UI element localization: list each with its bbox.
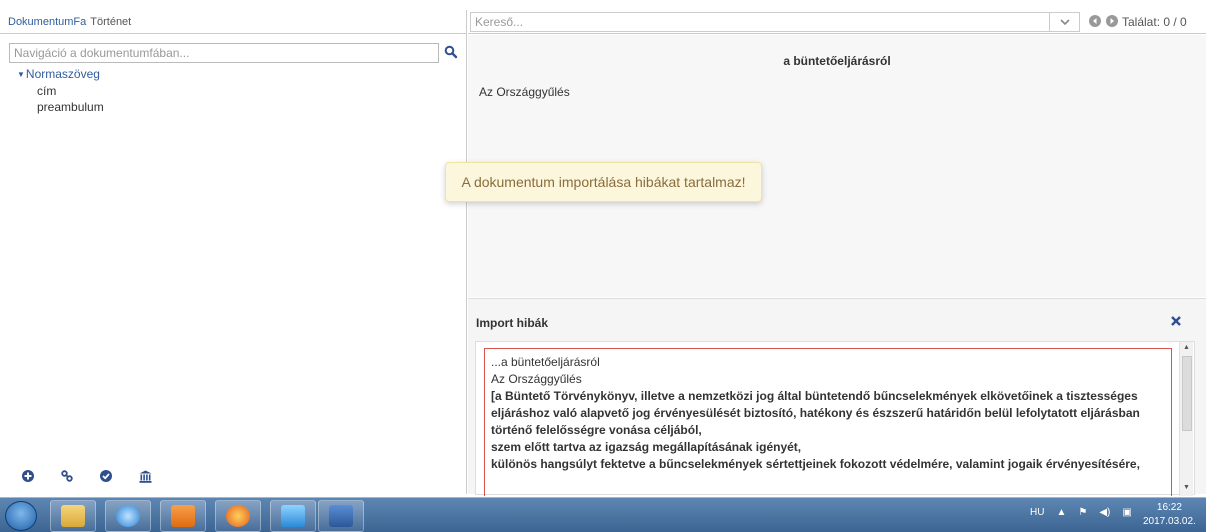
left-tab-bar: DokumentumFa Történet bbox=[0, 10, 466, 34]
media-player-icon bbox=[171, 505, 195, 527]
search-icon[interactable] bbox=[444, 45, 458, 59]
system-tray: HU ▲ ⚑ ◀) ▣ bbox=[1030, 507, 1132, 518]
error-line: eljáráshoz való alapvető jog érvényesülé… bbox=[491, 406, 1140, 420]
clock-time: 16:22 bbox=[1156, 502, 1182, 513]
document-text: Az Országgyűlés bbox=[479, 85, 570, 99]
plus-circle-icon[interactable] bbox=[20, 468, 36, 484]
scrollbar-thumb[interactable] bbox=[1182, 356, 1192, 431]
file-explorer-button[interactable] bbox=[50, 500, 96, 532]
network-icon[interactable]: ▣ bbox=[1122, 507, 1131, 518]
tree-node-title[interactable]: cím bbox=[37, 83, 104, 99]
error-line: ...a büntetőeljárásról bbox=[491, 355, 600, 369]
clock-date: 2017.03.02. bbox=[1143, 516, 1196, 527]
app-button[interactable] bbox=[270, 500, 316, 532]
tree-node-preamble[interactable]: preambulum bbox=[37, 99, 104, 115]
document-tree: ▼Normaszöveg cím preambulum bbox=[17, 66, 104, 115]
hit-counter: Találat: 0 / 0 bbox=[1122, 15, 1187, 29]
error-line: történő felelősségre vonása céljából, bbox=[491, 423, 702, 437]
scroll-down-icon[interactable]: ▼ bbox=[1183, 484, 1190, 491]
institution-icon[interactable] bbox=[137, 468, 153, 484]
internet-explorer-button[interactable] bbox=[105, 500, 151, 532]
scroll-up-icon[interactable]: ▲ bbox=[1183, 344, 1190, 351]
folder-icon bbox=[61, 505, 85, 527]
tree-node-label: Normaszöveg bbox=[25, 67, 100, 81]
app-window: DokumentumFa Történet ▼Normaszöveg cím p… bbox=[0, 0, 1206, 532]
tab-history[interactable]: Történet bbox=[90, 16, 131, 28]
import-errors-text: ...a büntetőeljárásról Az Országgyűlés [… bbox=[484, 348, 1172, 496]
tree-toolbar bbox=[20, 468, 176, 484]
document-search-input[interactable] bbox=[470, 12, 1050, 32]
language-indicator[interactable]: HU bbox=[1030, 507, 1044, 518]
caret-down-icon[interactable]: ▼ bbox=[17, 70, 25, 79]
clock[interactable]: 16:22 2017.03.02. bbox=[1143, 501, 1196, 529]
document-search-bar: Találat: 0 / 0 bbox=[468, 10, 1206, 34]
tab-document-tree[interactable]: DokumentumFa bbox=[8, 16, 86, 28]
error-line: [a Büntető Törvénykönyv, illetve a nemze… bbox=[491, 389, 1138, 403]
vertical-scrollbar[interactable]: ▲ ▼ bbox=[1179, 342, 1193, 496]
tree-search-input[interactable] bbox=[9, 43, 439, 63]
import-errors-box: ...a büntetőeljárásról Az Országgyűlés [… bbox=[475, 341, 1195, 496]
chevron-up-icon[interactable]: ▲ bbox=[1056, 507, 1066, 518]
firefox-button[interactable] bbox=[215, 500, 261, 532]
media-player-button[interactable] bbox=[160, 500, 206, 532]
word-button[interactable] bbox=[318, 500, 364, 532]
import-warning-toast: A dokumentum importálása hibákat tartalm… bbox=[445, 162, 762, 202]
document-title: a büntetőeljárásról bbox=[783, 54, 891, 68]
import-errors-title: Import hibák bbox=[476, 316, 549, 330]
volume-icon[interactable]: ◀) bbox=[1099, 507, 1110, 518]
close-icon[interactable] bbox=[1171, 316, 1183, 328]
error-line: különös hangsúlyt fektetve a bűncselekmé… bbox=[491, 457, 1140, 471]
import-errors-panel: Import hibák ...a büntetőeljárásról Az O… bbox=[468, 298, 1206, 496]
document-panel: Találat: 0 / 0 a büntetőeljárásról Az Or… bbox=[468, 10, 1206, 496]
firefox-icon bbox=[226, 505, 250, 527]
error-line: szem előtt tartva az igazság megállapítá… bbox=[491, 440, 802, 454]
taskbar: HU ▲ ⚑ ◀) ▣ 16:22 2017.03.02. bbox=[0, 497, 1206, 532]
check-circle-icon[interactable] bbox=[98, 468, 114, 484]
word-icon bbox=[329, 505, 353, 527]
previous-hit-button[interactable] bbox=[1089, 15, 1101, 27]
error-line: Az Országgyűlés bbox=[491, 372, 582, 386]
link-icon[interactable] bbox=[59, 468, 75, 484]
app-icon bbox=[281, 505, 305, 527]
start-button[interactable] bbox=[5, 501, 37, 531]
internet-explorer-icon bbox=[116, 505, 140, 527]
chevron-down-icon[interactable] bbox=[1050, 12, 1080, 32]
document-tree-panel: DokumentumFa Történet ▼Normaszöveg cím p… bbox=[0, 10, 467, 494]
next-hit-button[interactable] bbox=[1106, 15, 1118, 27]
tree-node-root[interactable]: ▼Normaszöveg bbox=[17, 66, 104, 83]
flag-icon[interactable]: ⚑ bbox=[1078, 507, 1087, 518]
hit-navigation bbox=[1089, 15, 1118, 27]
